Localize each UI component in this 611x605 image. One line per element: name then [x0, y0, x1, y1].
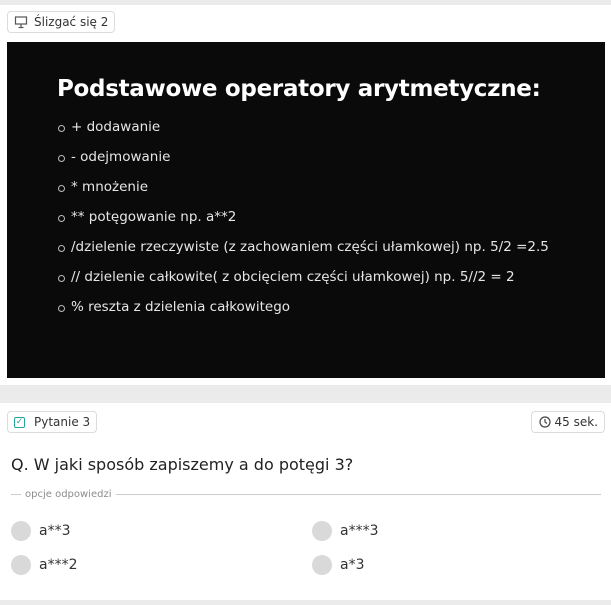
slide-chip: Ślizgać się 2	[7, 11, 116, 33]
list-item: - odejmowanie	[58, 148, 589, 167]
options-heading: opcje odpowiedzi	[25, 488, 112, 500]
answer-option-4[interactable]: a*3	[312, 555, 365, 575]
timer-label: 45 sek.	[554, 415, 598, 429]
radio-button[interactable]	[312, 555, 332, 575]
list-item: ** potęgowanie np. a**2	[58, 208, 589, 227]
question-card: ✓ Pytanie 3 45 sek. Q. W jaki sposób zap…	[0, 403, 611, 600]
answer-option-label: a***3	[340, 523, 379, 539]
bullet-icon	[58, 245, 65, 252]
bullet-icon	[58, 155, 65, 162]
checkbox-icon: ✓	[14, 416, 25, 428]
answer-option-label: a*3	[340, 557, 365, 573]
answer-option-2[interactable]: a***3	[312, 521, 379, 541]
presentation-icon	[14, 15, 28, 29]
list-item: * mnożenie	[58, 178, 589, 197]
slide-chip-label: Ślizgać się 2	[34, 15, 109, 29]
question-chip-label: Pytanie 3	[34, 415, 91, 429]
options-divider: opcje odpowiedzi	[11, 487, 601, 501]
list-item: // dzielenie całkowite( z obcięciem częś…	[58, 268, 589, 287]
list-item: + dodawanie	[58, 118, 589, 137]
list-item: /dzielenie rzeczywiste (z zachowaniem cz…	[58, 238, 589, 257]
slide-content: Podstawowe operatory arytmetyczne: + dod…	[7, 42, 605, 378]
list-item: % reszta z dzielenia całkowitego	[58, 298, 589, 317]
slide-title: Podstawowe operatory arytmetyczne:	[57, 76, 541, 102]
radio-button[interactable]	[312, 521, 332, 541]
answer-option-label: a**3	[39, 523, 71, 539]
slide-bullet-list: + dodawanie - odejmowanie * mnożenie ** …	[58, 118, 589, 328]
bullet-icon	[58, 305, 65, 312]
question-text: Q. W jaki sposób zapiszemy a do potęgi 3…	[11, 455, 354, 474]
radio-button[interactable]	[11, 555, 31, 575]
answer-option-1[interactable]: a**3	[11, 521, 71, 541]
bullet-icon	[58, 185, 65, 192]
timer-badge: 45 sek.	[530, 411, 605, 433]
bullet-icon	[58, 275, 65, 282]
slide-card: Ślizgać się 2 Podstawowe operatory arytm…	[0, 5, 611, 385]
answer-option-label: a***2	[39, 557, 78, 573]
clock-icon	[538, 415, 552, 429]
bullet-icon	[58, 125, 65, 132]
radio-button[interactable]	[11, 521, 31, 541]
bullet-icon	[58, 215, 65, 222]
answer-option-3[interactable]: a***2	[11, 555, 78, 575]
question-chip: ✓ Pytanie 3	[7, 411, 98, 433]
